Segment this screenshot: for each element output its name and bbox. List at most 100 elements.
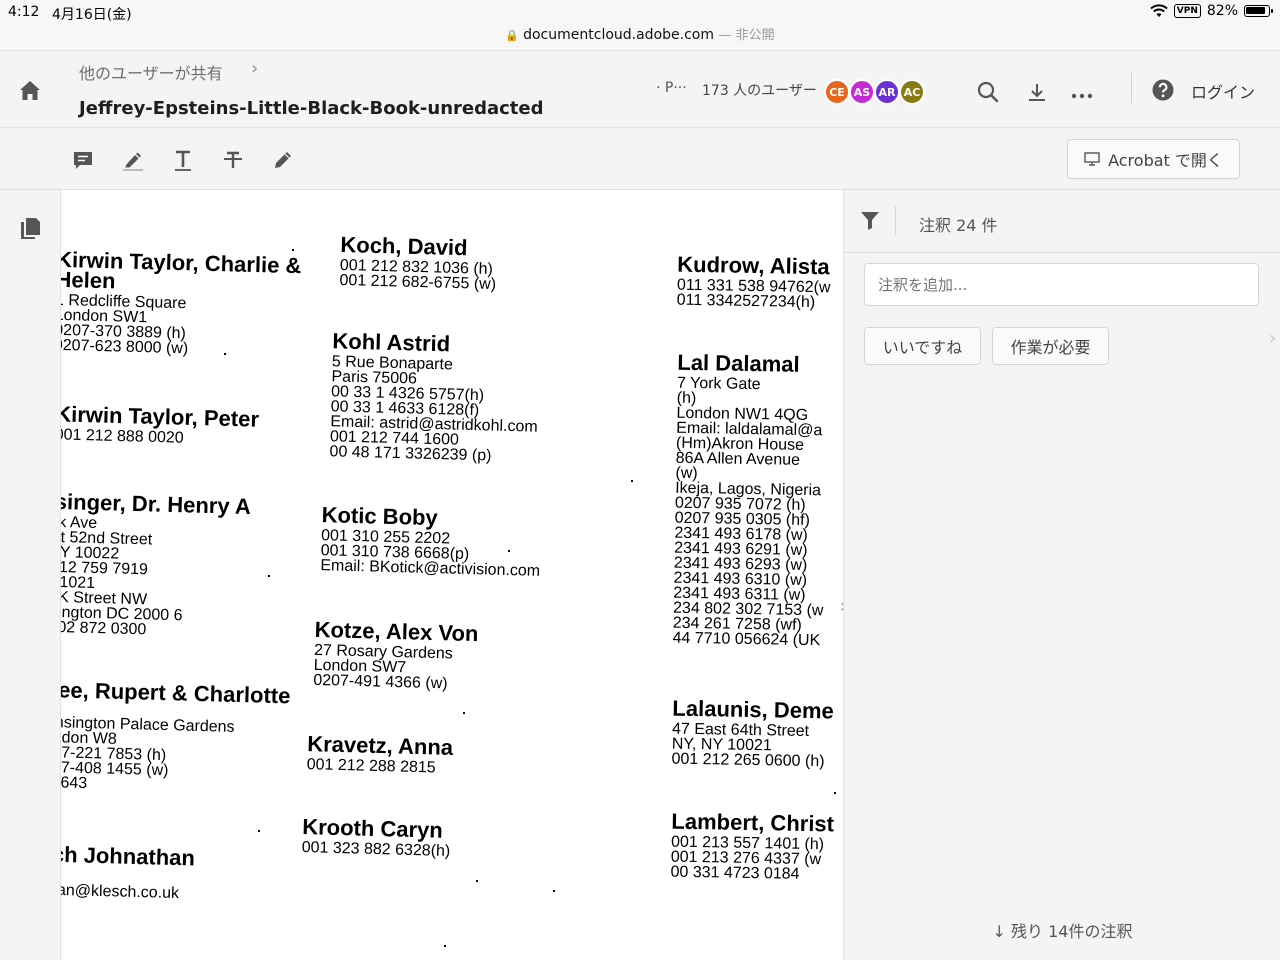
contact-entry: Klesch Johnathan 372672 johnathan@klesch…: [61, 840, 196, 903]
contact-entry: Kotze, Alex Von 27 Rosary Gardens London…: [313, 616, 479, 693]
scan-speck: [463, 712, 465, 714]
contact-line: 7 York Gate: [676, 374, 761, 394]
url-text: documentcloud.adobe.com: [523, 27, 714, 43]
open-in-acrobat-label: Acrobat で開く: [1108, 151, 1223, 170]
scan-speck: [631, 480, 633, 482]
avatar[interactable]: AC: [899, 79, 925, 105]
document-page[interactable]: Kirwin Taylor, Charlie & Helen 1 Redclif…: [61, 190, 843, 960]
lock-icon: 🔒: [505, 29, 520, 42]
comment-icon[interactable]: [71, 148, 95, 172]
contact-name: Kissinger, Dr. Henry A: [61, 488, 252, 520]
contact-entry: Koch, David 001 212 832 1036 (h) 001 212…: [339, 232, 497, 294]
left-rail: [0, 190, 61, 960]
annotation-count: 注釈 24 件: [919, 216, 998, 235]
annotation-toolbar: Acrobat で開く: [0, 128, 1280, 190]
contact-entry: Kudrow, Alista 011 331 538 94762(w 011 3…: [676, 251, 832, 312]
wifi-icon: [1150, 4, 1168, 17]
ios-status-bar: 4:12 4月16日(金) 🔒 documentcloud.adobe.com —…: [0, 0, 1280, 50]
contact-name: Krooth Caryn: [301, 814, 444, 843]
contact-line: 001 212 288 2815: [306, 756, 436, 777]
remaining-annotations-label: 残り 14件の注釈: [1011, 922, 1133, 941]
header-divider: [1131, 73, 1132, 103]
contact-entry: Kirwin Taylor, Charlie & Helen 1 Redclif…: [61, 247, 302, 359]
contact-name: Kravetz, Anna: [306, 731, 454, 760]
avatar[interactable]: AS: [849, 79, 875, 105]
shared-users-count[interactable]: 173 人のユーザー: [702, 80, 817, 100]
status-indicators: VPN 82%: [1150, 3, 1273, 19]
filter-icon[interactable]: [859, 209, 881, 231]
contact-line: 011 3342527234(h): [676, 291, 816, 312]
comments-panel-header: 注釈 24 件: [844, 190, 1280, 253]
text-tool-icon[interactable]: [171, 148, 195, 172]
contact-name: Kudrow, Alista: [677, 251, 830, 280]
open-in-acrobat-button[interactable]: Acrobat で開く: [1067, 139, 1240, 179]
vpn-badge: VPN: [1173, 4, 1201, 18]
like-chip-label: いいですね: [882, 338, 963, 357]
scan-speck: [553, 890, 555, 892]
monitor-icon: [1084, 152, 1100, 166]
scan-speck: [268, 575, 270, 577]
clock: 4:12: [8, 4, 40, 20]
scan-speck: [508, 550, 510, 552]
battery-percent: 82%: [1206, 3, 1238, 19]
needs-work-chip-label: 作業が必要: [1010, 338, 1091, 357]
contact-line: 001 212 682-6755 (w): [339, 271, 497, 294]
avatar[interactable]: AR: [874, 79, 900, 105]
contact-line: 001 323 882 6328(h): [301, 839, 451, 860]
add-comment-input[interactable]: [864, 263, 1259, 306]
remaining-annotations-link[interactable]: ↓ 残り 14件の注釈: [844, 918, 1280, 942]
contact-line: Email: BKotick@activision.com: [320, 557, 541, 580]
contact-entry: Lalaunis, Deme 47 East 64th Street NY, N…: [671, 695, 835, 771]
address-bar[interactable]: 🔒 documentcloud.adobe.com — 非公開: [0, 24, 1280, 43]
contact-line: 0207-491 4366 (w): [313, 671, 448, 693]
scan-speck: [258, 830, 260, 832]
help-icon[interactable]: [1150, 77, 1176, 103]
more-options-icon[interactable]: [1069, 79, 1095, 105]
more-chips-chevron-icon[interactable]: ›: [1269, 328, 1276, 349]
scan-speck: [476, 880, 478, 882]
sharing-label[interactable]: · P···: [656, 80, 687, 96]
breadcrumb[interactable]: 他のユーザーが共有: [79, 60, 223, 84]
contact-entry: Kravetz, Anna 001 212 288 2815: [306, 731, 454, 777]
contact-name: Lambert, Christ: [671, 808, 835, 837]
arrow-down-icon: ↓: [992, 922, 1006, 941]
scan-speck: [834, 792, 836, 794]
contact-line: 001 212 265 0600 (h): [671, 750, 825, 771]
contact-entry: Kissinger, Dr. Henry A 2 Park Ave 5 East…: [61, 488, 252, 640]
pages-icon[interactable]: [19, 216, 41, 240]
panel-divider: [895, 206, 896, 236]
like-chip[interactable]: いいですね: [864, 327, 981, 365]
home-icon[interactable]: [16, 77, 44, 105]
login-button[interactable]: ログイン: [1191, 79, 1255, 103]
strikethrough-icon[interactable]: [221, 148, 245, 172]
contact-name: Klee, Rupert & Charlotte: [61, 676, 291, 709]
avatar[interactable]: CE: [824, 79, 850, 105]
avatar-group[interactable]: CE AS AR AC: [824, 79, 925, 105]
contact-line: johnathan@klesch.co.uk: [61, 880, 180, 903]
contact-name: Lalaunis, Deme: [672, 695, 835, 724]
comments-panel: 注釈 24 件 いいですね 作業が必要 › ↓ 残り 14件の注釈: [843, 190, 1280, 960]
contact-name: Kotze, Alex Von: [314, 616, 479, 647]
highlight-icon[interactable]: [121, 148, 145, 172]
contact-entry: Klee, Rupert & Charlotte Kensington Pala…: [61, 676, 291, 797]
search-icon[interactable]: [975, 79, 1001, 105]
scan-speck: [224, 353, 226, 355]
contact-entry: Lambert, Christ 001 213 557 1401 (h) 001…: [670, 808, 835, 883]
download-icon[interactable]: [1024, 79, 1050, 105]
contact-name: Klesch Johnathan: [61, 840, 196, 871]
contact-name: Lal Dalamal: [677, 349, 800, 377]
chevron-right-icon[interactable]: ›: [251, 58, 258, 79]
app-header: 他のユーザーが共有 › Jeffrey-Epsteins-Little-Blac…: [0, 50, 1280, 128]
contact-entry: Kohl Astrid 5 Rue Bonaparte Paris 75006 …: [329, 328, 540, 464]
contact-line: 44 7710 056624 (UK: [672, 629, 821, 650]
pencil-icon[interactable]: [271, 148, 295, 172]
contact-entry: Kirwin Taylor, Peter 001 212 888 0020: [61, 401, 259, 447]
scan-speck: [444, 945, 446, 947]
document-title: Jeffrey-Epsteins-Little-Black-Book-unred…: [79, 98, 544, 119]
scan-speck: [292, 249, 294, 251]
contact-entry: Lal Dalamal 7 York Gate (h) London NW1 4…: [672, 349, 827, 650]
needs-work-chip[interactable]: 作業が必要: [992, 327, 1109, 365]
contact-entry: Kotic Boby 001 310 255 2202 001 310 738 …: [320, 502, 542, 580]
battery-icon: [1244, 5, 1273, 17]
contact-entry: Krooth Caryn 001 323 882 6328(h): [301, 814, 452, 860]
